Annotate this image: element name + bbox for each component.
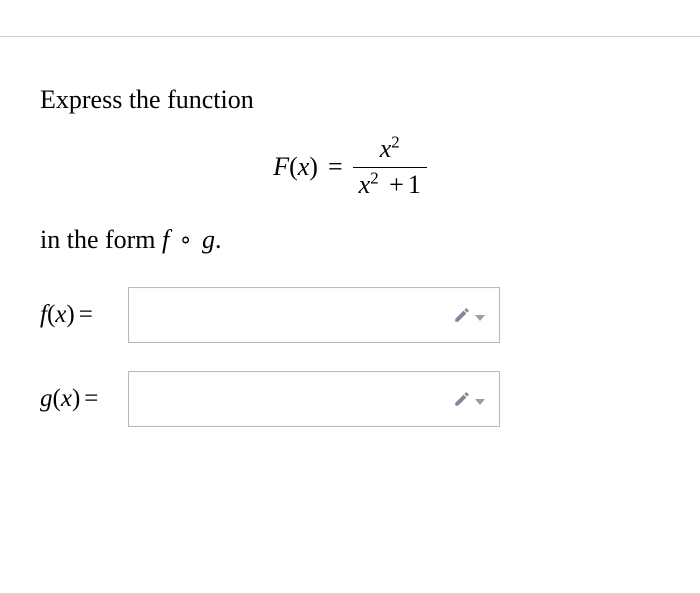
input-row-f: f(x)= — [40, 287, 660, 343]
input-row-g: g(x)= — [40, 371, 660, 427]
prompt-line-1: Express the function — [40, 85, 660, 115]
denom-plus: + — [385, 170, 408, 199]
label-f: f(x)= — [40, 301, 128, 329]
compose-g: g — [202, 225, 215, 254]
equation-lhs-fn: F — [273, 152, 289, 181]
equation-display: F(x) = x2 x2 +1 — [40, 135, 660, 199]
prompt-line-2: in the form f ∘ g. — [40, 225, 660, 255]
label-g-fn: g — [40, 385, 53, 412]
denom-exp: 2 — [370, 168, 378, 187]
equation-fraction: x2 x2 +1 — [353, 135, 427, 199]
label-g-eq: = — [80, 385, 98, 412]
compose-op: ∘ — [176, 227, 196, 252]
numerator-var: x — [380, 134, 392, 163]
numerator-exp: 2 — [391, 132, 399, 151]
denom-var: x — [359, 170, 371, 199]
compose-period: . — [215, 225, 222, 254]
label-f-var: x — [55, 301, 66, 328]
form-prefix: in the form — [40, 225, 162, 254]
equation-lhs-var: x — [298, 152, 310, 181]
label-g: g(x)= — [40, 385, 128, 413]
question-content: Express the function F(x) = x2 x2 +1 in … — [0, 37, 700, 427]
edit-icon[interactable] — [453, 306, 485, 324]
compose-f: f — [162, 225, 169, 254]
denom-const: 1 — [408, 170, 421, 199]
label-g-var: x — [61, 385, 72, 412]
label-f-eq: = — [75, 301, 93, 328]
label-f-fn: f — [40, 301, 47, 328]
chevron-down-icon — [475, 315, 485, 321]
edit-icon[interactable] — [453, 390, 485, 408]
equation-equals: = — [328, 152, 343, 182]
input-g[interactable] — [128, 371, 500, 427]
chevron-down-icon — [475, 399, 485, 405]
input-f[interactable] — [128, 287, 500, 343]
